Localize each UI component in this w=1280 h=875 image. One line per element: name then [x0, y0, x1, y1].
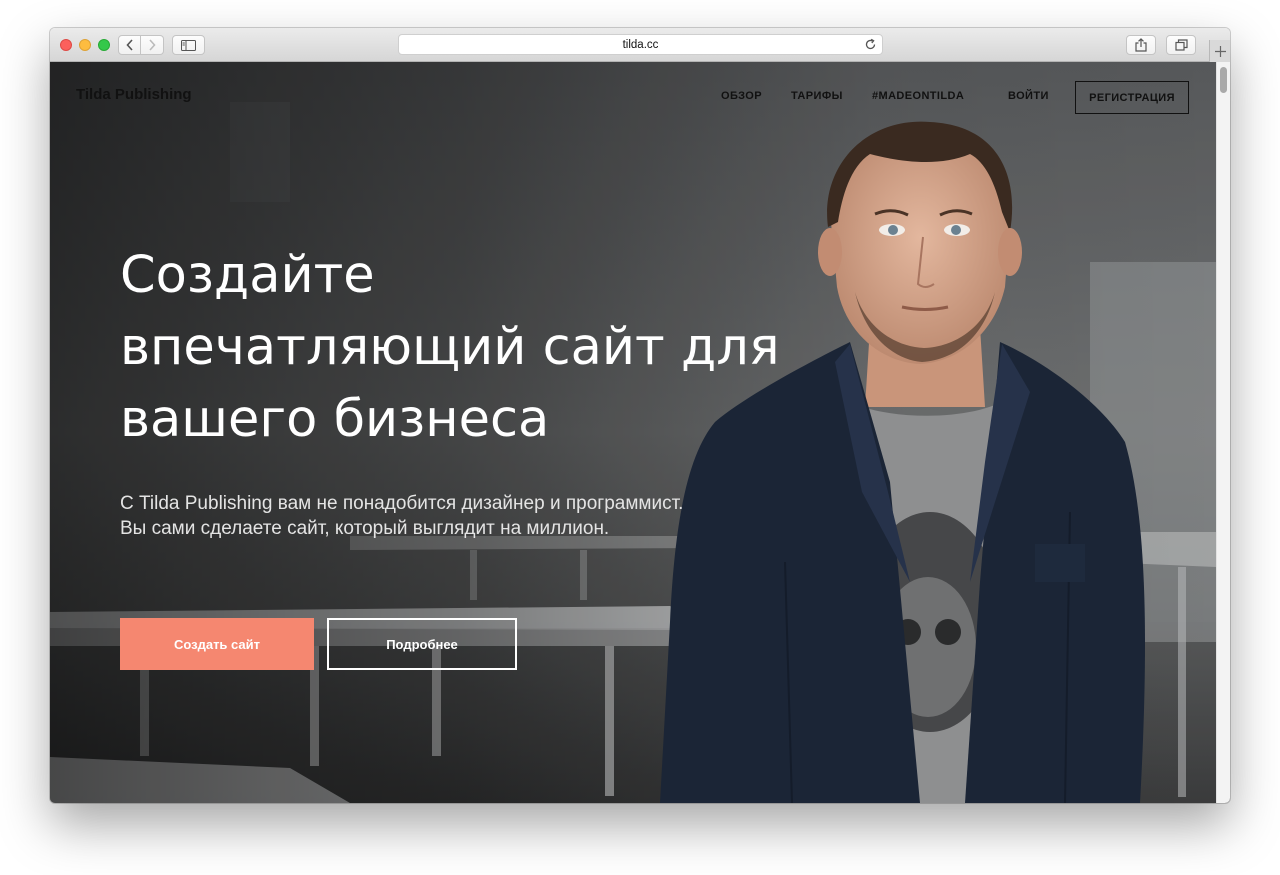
back-button[interactable]: [118, 35, 141, 55]
new-tab-button[interactable]: [1209, 40, 1230, 62]
tabs-icon: [1174, 39, 1188, 51]
register-button[interactable]: РЕГИСТРАЦИЯ: [1075, 81, 1189, 114]
nav-link-pricing[interactable]: ТАРИФЫ: [791, 90, 843, 102]
site-logo[interactable]: Tilda Publishing: [76, 86, 192, 103]
chevron-right-icon: [149, 39, 156, 51]
minimize-window-button[interactable]: [79, 39, 91, 51]
forward-button[interactable]: [141, 35, 164, 55]
page-viewport: Tilda Publishing ОБЗОР ТАРИФЫ #MADEONTIL…: [50, 62, 1230, 803]
share-icon: [1135, 38, 1147, 52]
sidebar-icon: [181, 39, 196, 51]
nav-link-madeontilda[interactable]: #MADEONTILDA: [872, 90, 964, 102]
address-bar[interactable]: tilda.cc: [398, 34, 883, 55]
site-header: Tilda Publishing ОБЗОР ТАРИФЫ #MADEONTIL…: [50, 62, 1216, 134]
hero-subtitle-line: Вы сами сделаете сайт, который выглядит …: [120, 518, 610, 539]
learn-more-button[interactable]: Подробнее: [327, 618, 517, 670]
nav-link-login[interactable]: ВОЙТИ: [1008, 90, 1049, 102]
chevron-left-icon: [125, 39, 133, 51]
hero-title-line: впечатляющий сайт для: [120, 318, 780, 377]
url-text: tilda.cc: [622, 38, 659, 51]
hero-title-line: Создайте: [120, 246, 375, 305]
create-site-button[interactable]: Создать сайт: [120, 618, 314, 670]
plus-icon: [1214, 45, 1226, 57]
hero-subtitle: С Tilda Publishing вам не понадобится ди…: [120, 491, 780, 541]
browser-toolbar: tilda.cc: [50, 28, 1230, 62]
share-button[interactable]: [1126, 35, 1156, 55]
reload-icon[interactable]: [864, 38, 877, 51]
sidebar-button[interactable]: [172, 35, 205, 55]
scrollbar[interactable]: [1216, 62, 1230, 803]
browser-window: tilda.cc Tilda Publishing ОБЗОР ТАРИФЫ #…: [50, 28, 1230, 803]
hero-title-line: вашего бизнеса: [120, 390, 550, 449]
zoom-window-button[interactable]: [98, 39, 110, 51]
close-window-button[interactable]: [60, 39, 72, 51]
hero-subtitle-line: С Tilda Publishing вам не понадобится ди…: [120, 493, 684, 514]
nav-link-overview[interactable]: ОБЗОР: [721, 90, 762, 102]
hero-title: Создайте впечатляющий сайт для вашего би…: [120, 240, 820, 456]
show-tabs-button[interactable]: [1166, 35, 1196, 55]
scrollbar-thumb[interactable]: [1220, 67, 1227, 93]
